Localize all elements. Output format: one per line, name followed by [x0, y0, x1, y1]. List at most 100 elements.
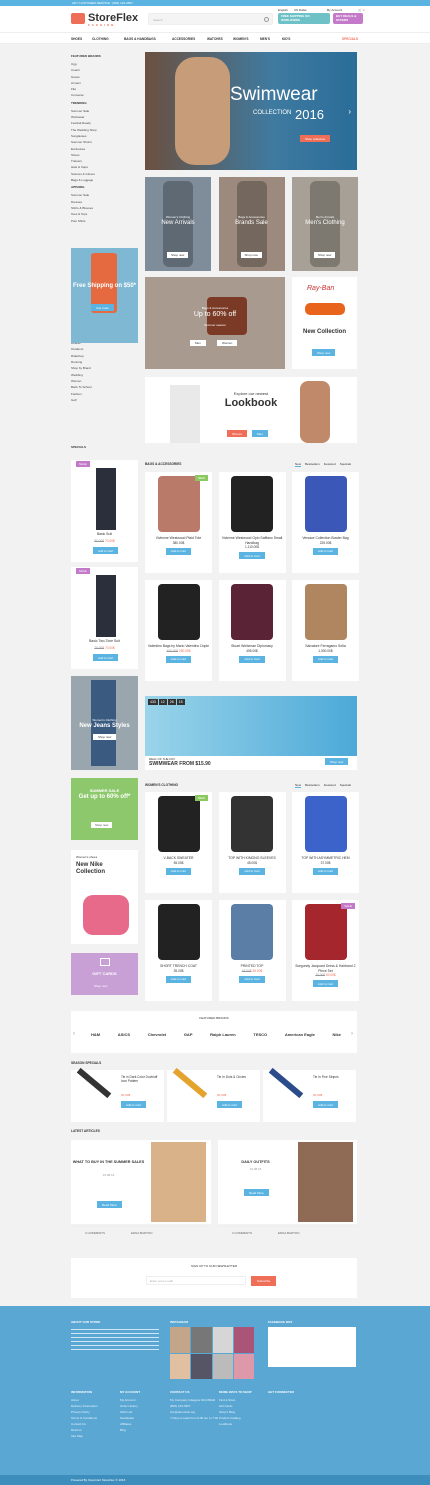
special-name[interactable]: Basic Suit — [71, 532, 138, 536]
tab[interactable]: New — [295, 462, 302, 467]
men-button[interactable]: Men — [190, 340, 206, 346]
free-shipping-banner[interactable]: Free Shipping on $50* Use code — [71, 248, 138, 343]
product-image[interactable] — [157, 584, 200, 640]
add-to-cart-button[interactable]: Add to Cart — [165, 975, 192, 983]
footer-link[interactable]: (800) 123-4567 — [170, 1404, 218, 1408]
add-to-cart-button[interactable]: Add to Cart — [239, 975, 265, 983]
add-to-cart-button[interactable]: Add to Cart — [239, 655, 265, 663]
add-to-cart-button[interactable]: Add to Cart — [312, 547, 339, 555]
footer-link[interactable]: Newsletter — [120, 1416, 168, 1420]
product-image[interactable] — [304, 796, 347, 852]
add-to-cart-button[interactable]: Add to Cart — [313, 1101, 339, 1108]
trending-link[interactable]: Bags & Luggage — [71, 177, 138, 183]
nav-accessories[interactable]: ACCESSORIES — [172, 37, 195, 41]
tab[interactable]: Featured — [324, 783, 336, 788]
bags-promo[interactable]: Bags & Accessories Up to 60% off Summer … — [145, 277, 285, 369]
nav-mens[interactable]: MEN'S — [260, 37, 270, 41]
free-shipping-promo[interactable]: FREE SHIPPING ON WORLDWIDE — [278, 13, 330, 24]
rayban-promo[interactable]: Ray-Ban New Collection Shop now — [292, 277, 357, 369]
tab[interactable]: New — [295, 783, 302, 788]
add-to-cart-button[interactable]: Add to Cart — [312, 655, 339, 663]
product-image[interactable] — [231, 796, 273, 852]
footer-link[interactable]: Wish List — [120, 1410, 168, 1414]
footer-link[interactable]: Affiliates — [120, 1422, 168, 1426]
article-title[interactable]: DAILY OUTFITS — [218, 1160, 293, 1164]
instagram-photo[interactable] — [212, 1353, 233, 1379]
deals-promo[interactable]: BUY DEALS & OFFERS — [333, 13, 363, 24]
women-button[interactable]: Women — [217, 340, 238, 346]
footer-link[interactable]: My Company Glasgow D04 89GR — [170, 1398, 218, 1402]
gift-shop-link[interactable]: Shop now — [94, 984, 107, 988]
footer-link[interactable]: Gift Cards — [219, 1404, 267, 1408]
facebook-box[interactable] — [268, 1327, 356, 1367]
summer-sale-banner[interactable]: SUMMER SALE Get up to 60% off* Shop now — [71, 778, 138, 840]
product-image[interactable] — [304, 584, 347, 640]
brand-logo[interactable]: Chevrolet — [148, 1032, 166, 1037]
gift-cards-banner[interactable]: GIFT CARDS Shop now — [71, 953, 138, 995]
footer-link[interactable]: My Account — [120, 1398, 168, 1402]
instagram-photo[interactable] — [191, 1327, 212, 1353]
add-to-cart-button[interactable]: Add to Cart — [165, 547, 192, 555]
hero-banner[interactable]: Swimwear COLLECTION 2016 Shop collection… — [145, 52, 357, 170]
subscribe-button[interactable]: Subscribe — [251, 1276, 277, 1286]
add-to-cart-button[interactable]: Add to Cart — [239, 552, 265, 559]
instagram-photo[interactable] — [233, 1353, 254, 1379]
product-name[interactable]: Burgundy Jacquard Dress & Hairband 2 Pie… — [292, 964, 359, 973]
account-link[interactable]: My Account — [327, 8, 343, 12]
product-image[interactable] — [304, 904, 347, 960]
jeans-shop-button[interactable]: Shop now — [93, 734, 117, 740]
article-title[interactable]: WHAT TO BUY IN THE SUMMER SALES — [71, 1160, 146, 1165]
instagram-photo[interactable] — [212, 1327, 233, 1353]
read-more-button[interactable]: Read More — [244, 1189, 269, 1196]
product-image[interactable] — [231, 904, 273, 960]
tab[interactable]: Bestsellers — [305, 783, 320, 788]
nav-clothing[interactable]: CLOTHING — [92, 37, 109, 41]
add-to-cart-button[interactable]: Add to Cart — [312, 867, 339, 875]
instagram-photo[interactable] — [191, 1353, 212, 1379]
nike-banner[interactable]: Women's shoes New Nike Collection — [71, 850, 138, 944]
deal-shop-button[interactable]: Shop now — [325, 758, 349, 765]
nav-shoes[interactable]: SHOES — [71, 37, 82, 41]
product-name[interactable]: Vivienne Westwood Opio Saffiano Small Ha… — [219, 536, 286, 545]
promo-shop-button[interactable]: Shop now — [314, 252, 336, 258]
lookbook-banner[interactable]: Explore our newest Lookbook Women Men — [145, 377, 357, 443]
brand-logo[interactable]: H&M — [91, 1032, 100, 1037]
brand-logo[interactable]: GAP — [184, 1032, 193, 1037]
read-more-button[interactable]: Read More — [97, 1201, 122, 1208]
shop-collection-button[interactable]: Shop collection — [300, 135, 331, 142]
search-icon[interactable] — [264, 17, 269, 22]
logo[interactable]: StoreFlex FASHION — [71, 12, 138, 27]
footer-link[interactable]: Privacy Policy — [71, 1410, 119, 1414]
brand-logo[interactable]: American Eagle — [285, 1032, 315, 1037]
nav-bags[interactable]: BAGS & HANDBAGS — [124, 37, 156, 41]
comments-link[interactable]: 3 COMMENTS — [85, 1231, 105, 1235]
footer-link[interactable]: Terms & Conditions — [71, 1416, 119, 1420]
product-name[interactable]: Tie in Dark Color Dovbluff Icon Pattern — [121, 1075, 163, 1083]
use-code-button[interactable]: Use code — [91, 304, 114, 311]
language-select[interactable]: English — [278, 8, 288, 12]
email-input[interactable]: Enter your e-mail — [146, 1276, 246, 1285]
tab[interactable]: Specials — [340, 783, 351, 788]
next-arrow-icon[interactable]: › — [351, 1031, 353, 1037]
footer-link[interactable]: Site Map — [71, 1434, 119, 1438]
instagram-photo[interactable] — [170, 1353, 191, 1379]
special-name[interactable]: Basic Two-Tone Suit — [71, 639, 138, 643]
add-to-cart-button[interactable]: Add to Cart — [121, 1101, 147, 1108]
tab[interactable]: Specials — [340, 462, 351, 467]
footer-link[interactable]: 7 Days a week from 9:00 am to 7:00 pm — [170, 1416, 218, 1420]
promo-shop-button[interactable]: Shop now — [240, 252, 262, 258]
footer-link[interactable]: Find a Store — [219, 1398, 267, 1402]
nav-specials[interactable]: SPECIALS — [342, 37, 358, 41]
product-image[interactable] — [157, 796, 200, 852]
lookbook-women-button[interactable]: Women — [227, 430, 248, 437]
nav-watches[interactable]: WATCHES — [207, 37, 223, 41]
search-input[interactable]: Search — [148, 13, 273, 25]
footer-link[interactable]: Contact Us — [71, 1422, 119, 1426]
next-arrow-icon[interactable]: › — [348, 107, 351, 116]
product-name[interactable]: Tie In Dots & Circles — [217, 1075, 259, 1079]
instagram-grid[interactable] — [170, 1327, 254, 1379]
promo-card[interactable]: Bags & Accessories Brands Sale Shop now — [218, 177, 285, 271]
product-image[interactable] — [304, 476, 347, 532]
shop-link[interactable]: Golf — [71, 397, 138, 403]
brand-logo[interactable]: Nike — [333, 1032, 341, 1037]
